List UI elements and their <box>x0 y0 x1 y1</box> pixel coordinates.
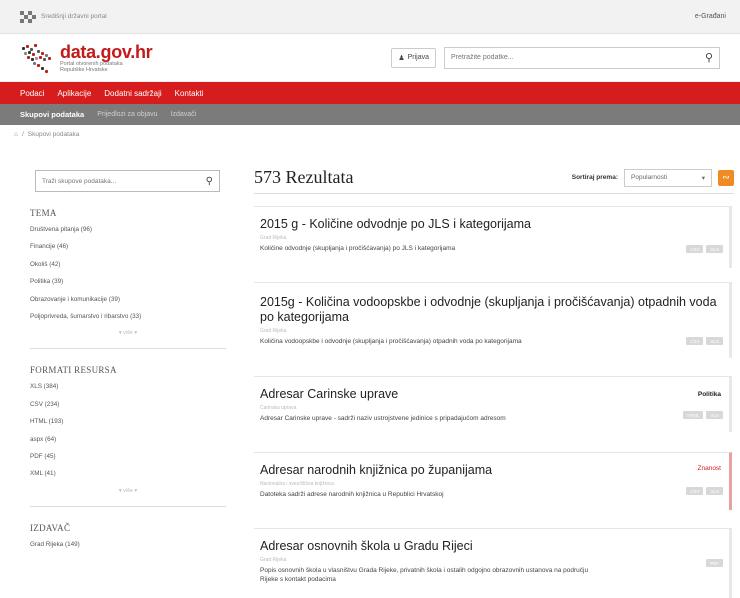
gov-portal-link[interactable]: Središnji državni portal <box>20 10 107 23</box>
user-icon: ♟ <box>398 54 405 62</box>
facet-item[interactable]: HTML (193) <box>30 418 226 435</box>
home-icon[interactable]: ⌂ <box>14 131 18 138</box>
format-badges: CSV XLS <box>686 337 723 345</box>
nav-dodatni-sadrzaji[interactable]: Dodatni sadržaji <box>104 89 161 98</box>
result-item[interactable]: Adresar Carinske uprave Carinska uprava … <box>254 376 732 432</box>
subnav-prijedlozi[interactable]: Prijedlozi za objavu <box>97 111 157 118</box>
format-badge[interactable]: CSV <box>686 337 704 345</box>
sort-value: Popularnosti <box>631 174 668 181</box>
facet-item[interactable]: PDF (45) <box>30 453 226 470</box>
subnav-izdavaci[interactable]: Izdavači <box>171 111 197 118</box>
format-badges: CSV XLS <box>686 245 723 253</box>
facet-izdavac: IZDAVAČ Grad Rijeka (149) <box>30 523 226 566</box>
format-badge[interactable]: XLS <box>706 487 723 495</box>
sidebar-search: ⚲ <box>35 170 220 192</box>
results-panel: 573 Rezultata Sortiraj prema: Popularnos… <box>254 162 734 598</box>
result-desc: Količine odvodnje (skupljanja i pročišća… <box>260 245 456 252</box>
sidebar-search-input[interactable] <box>42 177 206 185</box>
result-item[interactable]: 2015g - Količina vodoopskbe i odvodnje (… <box>254 282 732 358</box>
facet-item[interactable]: XLS (384) <box>30 383 226 400</box>
breadcrumb-separator: / <box>21 130 24 138</box>
result-item[interactable]: 2015 g - Količine odvodnje po JLS i kate… <box>254 206 732 268</box>
croatia-map-icon <box>20 43 54 73</box>
result-desc: Popis osnovnih škola u vlasništvu Grada … <box>260 567 589 583</box>
search-icon[interactable]: ⚲ <box>705 51 713 64</box>
facet-item[interactable]: CSV (234) <box>30 401 226 418</box>
format-badge[interactable]: XLS <box>706 337 723 345</box>
result-title[interactable]: Adresar Carinske uprave <box>260 387 719 402</box>
format-badge[interactable]: CSV <box>686 245 704 253</box>
facet-title: IZDAVAČ <box>30 522 71 533</box>
result-title[interactable]: 2015 g - Količine odvodnje po JLS i kate… <box>260 217 719 232</box>
facet-item[interactable]: Politika (39) <box>30 278 226 295</box>
nav-aplikacije[interactable]: Aplikacije <box>57 89 91 98</box>
egradani-link[interactable]: e-Građani <box>695 13 726 20</box>
nav-podaci[interactable]: Podaci <box>20 89 44 98</box>
facet-item[interactable]: aspx (64) <box>30 436 226 453</box>
facet-item[interactable]: Obrazovanje i komunikacije (39) <box>30 296 226 313</box>
result-desc: Količina vodoopskbe i odvodnje (skupljan… <box>260 338 522 345</box>
site-logo[interactable]: data.gov.hr Portal otvorenih podataka Re… <box>20 41 153 73</box>
result-item[interactable]: Adresar narodnih knjižnica po županijama… <box>254 452 732 510</box>
format-badges: HTML XLS <box>683 411 723 419</box>
facet-item[interactable]: Financije (46) <box>30 243 226 260</box>
site-title: data.gov.hr <box>60 41 153 62</box>
category-tag[interactable]: Znanost <box>698 465 722 472</box>
search-icon[interactable]: ⚲ <box>206 176 213 187</box>
category-tag[interactable]: Politika <box>698 391 721 398</box>
facet-title: TEMA <box>30 208 57 218</box>
top-bar: Središnji državni portal e-Građani <box>0 0 740 34</box>
facet-show-more[interactable]: ▾ više ▾ <box>30 330 226 340</box>
chevron-down-icon: ▾ <box>701 174 705 182</box>
nav-kontakti[interactable]: Kontakti <box>175 89 204 98</box>
gov-portal-logo-icon <box>20 10 36 23</box>
format-badge[interactable]: PDF <box>706 559 723 567</box>
main-nav: Podaci Aplikacije Dodatni sadržaji Konta… <box>0 82 740 104</box>
facet-item[interactable]: Društvena pitanja (96) <box>30 226 226 243</box>
facet-tema: TEMA Društvena pitanja (96) Financije (4… <box>30 208 226 350</box>
top-search: ⚲ <box>444 46 720 69</box>
rss-icon[interactable]: ∾ <box>718 169 734 186</box>
facet-item[interactable]: XML (41) <box>30 470 226 487</box>
result-desc: Datoteka sadrži adrese narodnih knjižnic… <box>260 491 444 498</box>
result-org: Carinska uprava <box>260 405 297 411</box>
format-badges: PDF <box>706 559 723 567</box>
subnav-skupovi-podataka[interactable]: Skupovi podataka <box>20 110 84 119</box>
gov-portal-label: Središnji državni portal <box>41 13 107 20</box>
result-title[interactable]: 2015g - Količina vodoopskbe i odvodnje (… <box>260 295 719 325</box>
format-badge[interactable]: HTML <box>683 411 704 419</box>
result-title[interactable]: Adresar osnovnih škola u Gradu Rijeci <box>260 539 719 554</box>
format-badges: CSV XLS <box>686 487 723 495</box>
login-button[interactable]: ♟ Prijava <box>391 47 436 68</box>
result-org: Grad Rijeka <box>260 328 287 334</box>
format-badge[interactable]: XLS <box>706 245 723 253</box>
sort-select[interactable]: Popularnosti ▾ <box>624 168 712 187</box>
result-org: Nacionalna i sveučilišna knjižnica <box>260 481 334 487</box>
sub-nav: Skupovi podataka Prijedlozi za objavu Iz… <box>0 104 740 125</box>
result-desc: Adresar Carinske uprave - sadrži naziv u… <box>260 415 506 422</box>
results-header: 573 Rezultata Sortiraj prema: Popularnos… <box>254 162 734 194</box>
sort-label: Sortiraj prema: <box>571 174 618 181</box>
result-item[interactable]: Adresar osnovnih škola u Gradu Rijeci Gr… <box>254 528 732 598</box>
facet-item[interactable]: Grad Rijeka (149) <box>30 541 226 558</box>
result-org: Grad Rijeka <box>260 235 287 241</box>
facet-show-more[interactable]: ▾ više ▾ <box>30 488 226 498</box>
sidebar: ⚲ TEMA Društvena pitanja (96) Financije … <box>30 170 226 566</box>
site-subtitle-line2: Republike Hrvatske <box>60 66 108 73</box>
facet-item[interactable]: Poljoprivreda, šumarstvo i ribarstvo (33… <box>30 313 226 330</box>
result-org: Grad Rijeka <box>260 557 287 563</box>
breadcrumb: ⌂ / Skupovi podataka <box>0 125 740 143</box>
site-header: data.gov.hr Portal otvorenih podataka Re… <box>0 34 740 82</box>
results-count: 573 Rezultata <box>254 167 354 187</box>
format-badge[interactable]: CSV <box>686 487 704 495</box>
breadcrumb-item[interactable]: Skupovi podataka <box>28 131 80 138</box>
facet-formati: FORMATI RESURSA XLS (384) CSV (234) HTML… <box>30 365 226 507</box>
format-badge[interactable]: XLS <box>706 411 723 419</box>
facet-title: FORMATI RESURSA <box>30 365 117 376</box>
top-search-input[interactable] <box>451 54 705 61</box>
result-title[interactable]: Adresar narodnih knjižnica po županijama <box>260 463 719 478</box>
login-label: Prijava <box>407 54 429 61</box>
facet-item[interactable]: Okoliš (42) <box>30 261 226 278</box>
